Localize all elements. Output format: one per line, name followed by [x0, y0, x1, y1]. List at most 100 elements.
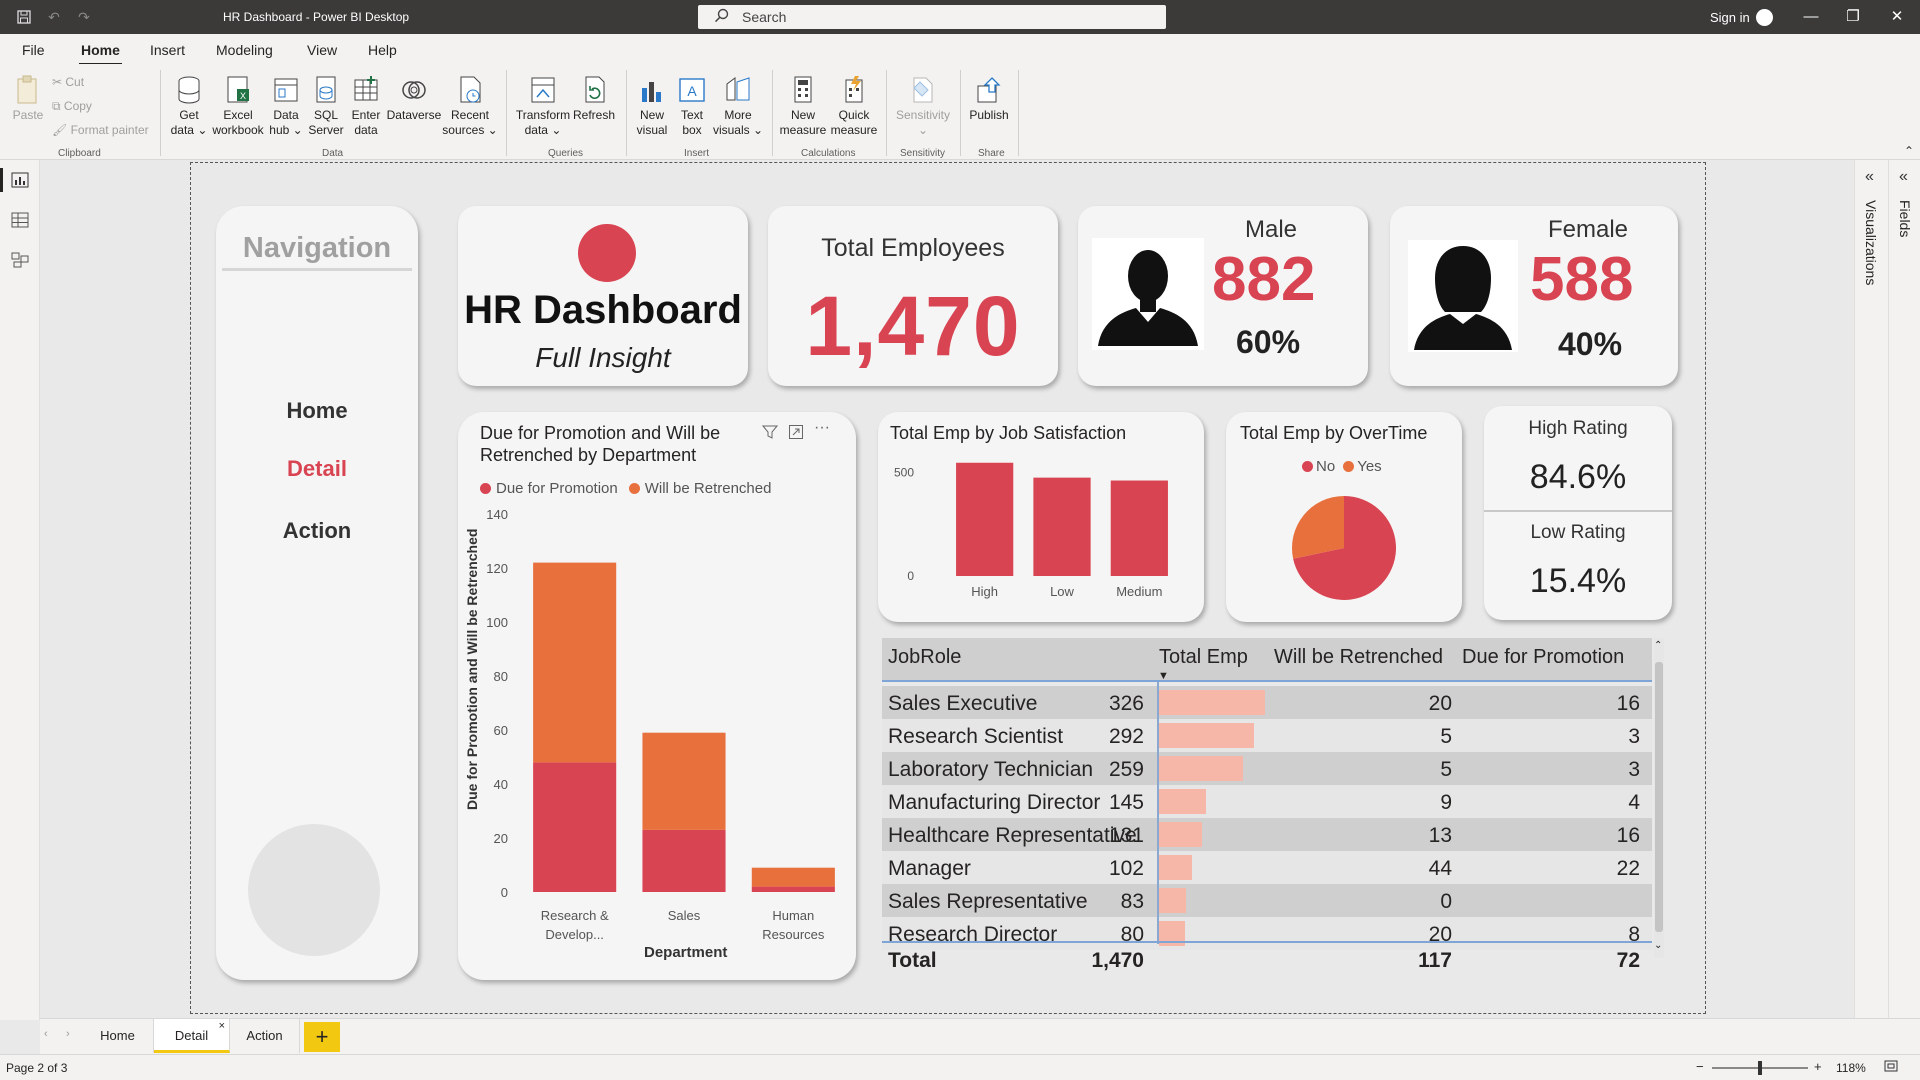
- kpi-female-pct: 40%: [1558, 326, 1623, 362]
- zoom-slider[interactable]: [1712, 1061, 1808, 1075]
- undo-icon[interactable]: ↶: [44, 8, 64, 26]
- fields-pane-collapsed[interactable]: « Fields: [1888, 160, 1920, 1020]
- more-visuals-button[interactable]: More visuals ⌄: [712, 74, 764, 138]
- new-visual-icon: [642, 82, 661, 102]
- kpi-male[interactable]: Male 882 60%: [1078, 206, 1368, 386]
- transform-data-button[interactable]: Transform data ⌄: [514, 74, 572, 138]
- quick-measure-button[interactable]: Quick measure: [828, 74, 880, 138]
- group-data: Data: [322, 148, 344, 159]
- page-tab-action[interactable]: Action: [230, 1019, 300, 1053]
- refresh-button[interactable]: Refresh: [572, 74, 616, 123]
- table-row[interactable]: Manager 102 44 22: [882, 851, 1652, 884]
- collapse-ribbon-icon[interactable]: ⌃: [1904, 144, 1914, 158]
- report-view-icon[interactable]: [11, 172, 29, 188]
- cell-jobrole: Sales Representative: [888, 890, 1088, 913]
- account-avatar[interactable]: [1756, 9, 1773, 26]
- chart2-bar[interactable]: [956, 462, 1014, 576]
- rating-card[interactable]: High Rating 84.6% Low Rating 15.4%: [1484, 406, 1672, 620]
- get-data-button[interactable]: Get data ⌄: [168, 74, 210, 138]
- visualizations-pane-collapsed[interactable]: « Visualizations: [1854, 160, 1888, 1020]
- tab-file[interactable]: File: [22, 42, 45, 58]
- data-hub-button[interactable]: Data hub ⌄: [266, 74, 306, 138]
- data-view-icon[interactable]: [11, 212, 29, 228]
- table-row[interactable]: Research Scientist 292 5 3: [882, 719, 1652, 752]
- table-row[interactable]: Laboratory Technician 259 5 3: [882, 752, 1652, 785]
- format-painter-button[interactable]: 🖌 Format painter: [52, 123, 149, 137]
- table-scroll-thumb[interactable]: [1655, 662, 1663, 932]
- sql-server-button[interactable]: SQL Server: [306, 74, 346, 138]
- new-visual-button[interactable]: New visual: [634, 74, 670, 138]
- chart1-bar-promotion[interactable]: [751, 886, 835, 892]
- chart1-bar-retrenched[interactable]: [533, 562, 617, 763]
- expand-fields-icon[interactable]: «: [1899, 168, 1908, 186]
- minimize-icon[interactable]: —: [1796, 6, 1826, 28]
- table-row[interactable]: Sales Executive 326 20 16: [882, 686, 1652, 719]
- zoom-in-icon[interactable]: +: [1814, 1059, 1822, 1074]
- table-scrollbar[interactable]: ⌃ ⌄: [1654, 638, 1664, 958]
- dataverse-button[interactable]: Dataverse: [386, 74, 442, 123]
- search-input[interactable]: Search: [698, 5, 1166, 29]
- kpi-female[interactable]: Female 588 40%: [1390, 206, 1678, 386]
- model-view-icon[interactable]: [11, 252, 29, 268]
- expand-visualizations-icon[interactable]: «: [1865, 168, 1874, 186]
- navigation-divider: [222, 268, 412, 271]
- chart3-slice-yes[interactable]: [1292, 496, 1344, 559]
- tab-insert[interactable]: Insert: [150, 42, 185, 58]
- tab-view[interactable]: View: [307, 42, 337, 58]
- prev-page-icon[interactable]: ‹: [44, 1028, 48, 1040]
- col-header-jobrole[interactable]: JobRole: [888, 646, 961, 669]
- chart1-bar-retrenched[interactable]: [642, 732, 726, 830]
- table-row[interactable]: Manufacturing Director 145 9 4: [882, 785, 1652, 818]
- close-icon[interactable]: ✕: [1882, 6, 1912, 28]
- save-icon[interactable]: [14, 8, 34, 26]
- chart2-y-tick: 500: [894, 466, 914, 480]
- chart1-bar-promotion[interactable]: [642, 829, 726, 892]
- scroll-down-icon[interactable]: ⌄: [1654, 940, 1662, 951]
- close-page-icon[interactable]: ×: [219, 1009, 225, 1043]
- zoom-out-icon[interactable]: −: [1696, 1059, 1704, 1074]
- chart1-bar-promotion[interactable]: [533, 762, 617, 892]
- enter-data-button[interactable]: Enter data: [346, 74, 386, 138]
- publish-button[interactable]: Publish: [966, 74, 1012, 123]
- col-header-promotion[interactable]: Due for Promotion: [1462, 646, 1624, 669]
- chart-promotion-retrenched[interactable]: Due for Promotion and Will be Retrenched…: [458, 412, 856, 980]
- jobrole-table[interactable]: JobRole Total Emp ▼ Will be Retrenched D…: [882, 638, 1652, 978]
- copy-button[interactable]: ⧉ Copy: [52, 99, 92, 114]
- next-page-icon[interactable]: ›: [66, 1028, 70, 1040]
- text-box-button[interactable]: A Text box: [674, 74, 710, 138]
- new-measure-button[interactable]: New measure: [778, 74, 828, 138]
- tab-home[interactable]: Home: [79, 42, 122, 66]
- restore-icon[interactable]: ❐: [1838, 6, 1868, 28]
- tab-help[interactable]: Help: [368, 42, 397, 58]
- paste-button[interactable]: Paste: [12, 74, 44, 123]
- col-header-retrenched[interactable]: Will be Retrenched: [1274, 646, 1443, 669]
- add-page-button[interactable]: +: [304, 1022, 340, 1052]
- page-tab-home[interactable]: Home: [82, 1019, 154, 1053]
- recent-sources-button[interactable]: Recent sources ⌄: [442, 74, 498, 138]
- total-emp-databar: [1159, 855, 1192, 880]
- nav-button-action[interactable]: Action: [216, 518, 418, 544]
- cut-button[interactable]: ✂ Cut: [52, 75, 84, 89]
- chart-overtime[interactable]: Total Emp by OverTime No Yes: [1226, 412, 1462, 622]
- chart2-bar[interactable]: [1033, 477, 1091, 576]
- chart1-bar-retrenched[interactable]: [751, 867, 835, 887]
- table-row[interactable]: Healthcare Representative 131 13 16: [882, 818, 1652, 851]
- kpi-total-employees[interactable]: Total Employees 1,470: [768, 206, 1058, 386]
- excel-label-2: workbook: [212, 123, 264, 137]
- redo-icon[interactable]: ↷: [74, 8, 94, 26]
- col-header-total-emp[interactable]: Total Emp: [1159, 646, 1248, 669]
- table-row[interactable]: Sales Representative 83 0: [882, 884, 1652, 917]
- tab-modeling[interactable]: Modeling: [216, 42, 273, 58]
- scroll-up-icon[interactable]: ⌃: [1654, 640, 1662, 651]
- new-measure-label-1: New: [790, 108, 815, 122]
- nav-button-detail[interactable]: Detail: [216, 456, 418, 482]
- excel-workbook-button[interactable]: X Excel workbook: [210, 74, 266, 138]
- sign-in-link[interactable]: Sign in: [1710, 10, 1750, 25]
- chart-job-satisfaction[interactable]: Total Emp by Job Satisfaction 0 500 High Lo…: [878, 412, 1204, 622]
- nav-button-home[interactable]: Home: [216, 398, 418, 424]
- fit-to-page-icon[interactable]: [1884, 1059, 1898, 1076]
- sensitivity-button[interactable]: Sensitivity ⌄: [892, 74, 954, 138]
- chart2-bar[interactable]: [1110, 480, 1168, 576]
- zoom-slider-thumb[interactable]: [1758, 1061, 1762, 1075]
- page-tab-detail[interactable]: Detail ×: [154, 1019, 230, 1053]
